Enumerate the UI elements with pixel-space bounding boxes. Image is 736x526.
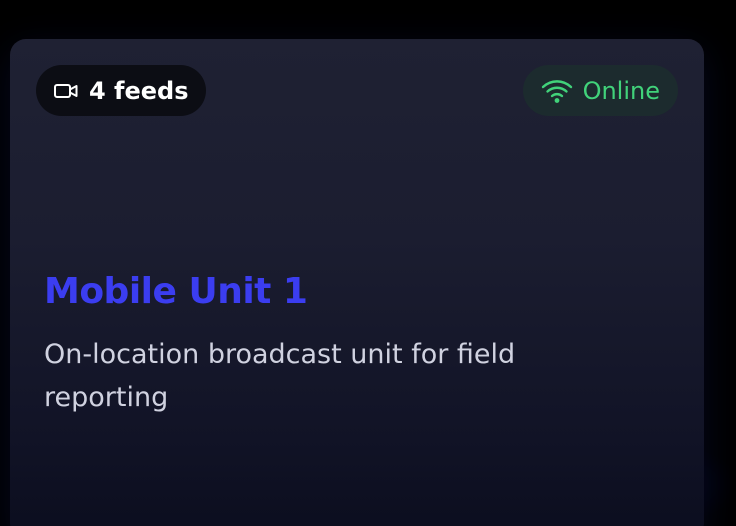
video-camera-icon (54, 82, 78, 100)
wifi-icon (541, 78, 573, 104)
feeds-badge: 4 feeds (36, 65, 206, 116)
unit-title: Mobile Unit 1 (44, 271, 308, 312)
status-badge: Online (522, 65, 678, 116)
unit-card[interactable]: 4 feeds Online Mobile Unit 1 On-location… (10, 39, 704, 526)
stage: 4 feeds Online Mobile Unit 1 On-location… (0, 0, 736, 526)
unit-description: On-location broadcast unit for field rep… (44, 339, 516, 413)
feeds-count: 4 feeds (89, 76, 189, 105)
status-label: Online (582, 76, 660, 105)
